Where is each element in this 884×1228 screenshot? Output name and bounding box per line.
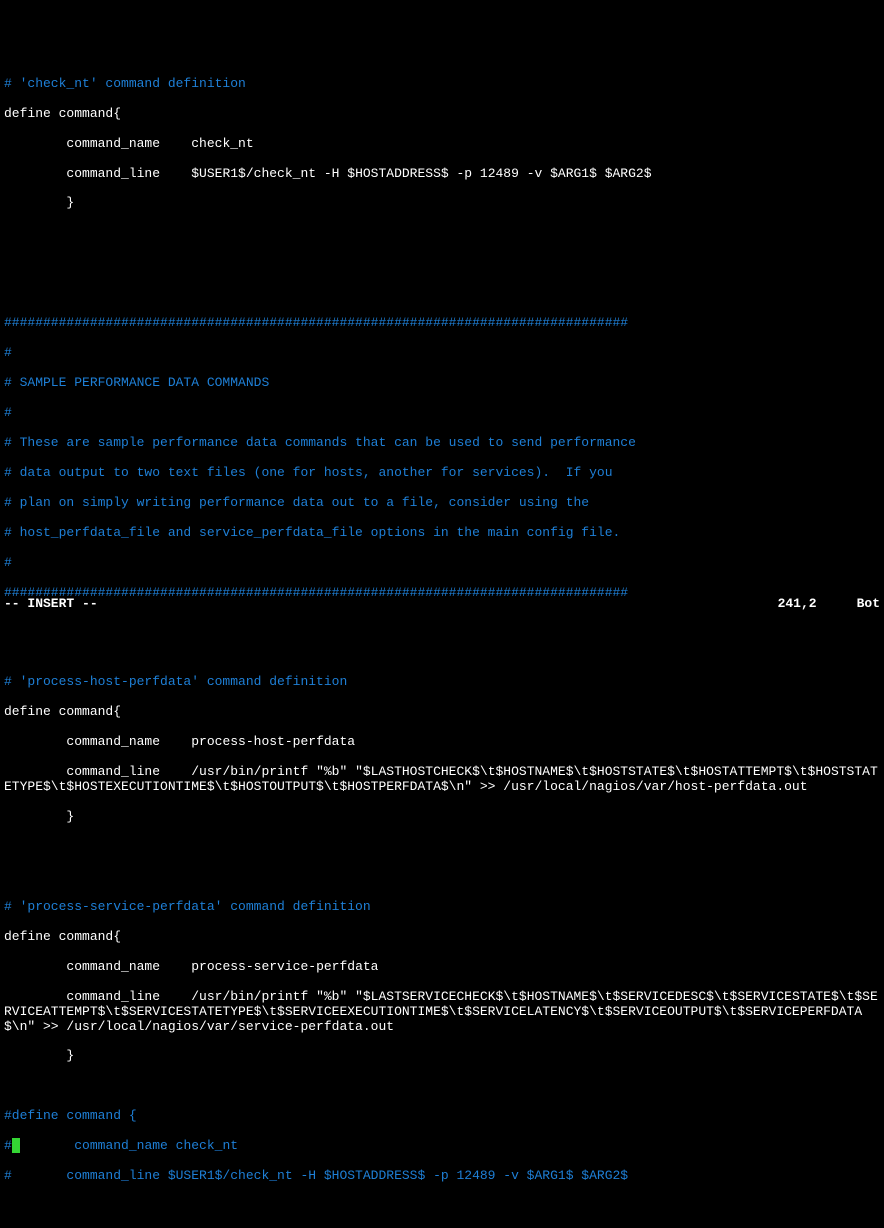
code-line: } <box>4 810 880 825</box>
code-line: # 'process-host-perfdata' command defini… <box>4 675 880 690</box>
code-line: command_line /usr/bin/printf "%b" "$LAST… <box>4 990 880 1035</box>
code-line: } <box>4 196 880 211</box>
code-line: command_name check_nt <box>4 137 880 152</box>
cursor <box>12 1138 20 1153</box>
scroll-position: Bot <box>857 597 880 612</box>
code-line: # plan on simply writing performance dat… <box>4 496 880 511</box>
code-line: # 'process-service-perfdata' command def… <box>4 900 880 915</box>
code-line <box>4 616 880 631</box>
code-line: # These are sample performance data comm… <box>4 436 880 451</box>
comment-char: # <box>4 1138 12 1153</box>
code-line: # 'check_nt' command definition <box>4 77 880 92</box>
code-line <box>4 256 880 271</box>
code-line: # host_perfdata_file and service_perfdat… <box>4 526 880 541</box>
code-line <box>4 1079 880 1094</box>
code-line: # command_name check_nt <box>4 1139 880 1154</box>
code-line: ########################################… <box>4 316 880 331</box>
code-line: command_line $USER1$/check_nt -H $HOSTAD… <box>4 167 880 182</box>
comment-text: command_name check_nt <box>20 1138 238 1153</box>
code-line: #define command { <box>4 1109 880 1124</box>
code-line: # SAMPLE PERFORMANCE DATA COMMANDS <box>4 376 880 391</box>
code-line: command_name process-host-perfdata <box>4 735 880 750</box>
code-line <box>4 286 880 301</box>
status-bar: -- INSERT -- 241,2 Bot <box>4 597 880 612</box>
code-line: # command_line $USER1$/check_nt -H $HOST… <box>4 1169 880 1184</box>
code-line <box>4 646 880 661</box>
code-line: # <box>4 556 880 571</box>
code-line <box>4 226 880 241</box>
code-line <box>4 840 880 855</box>
code-line: define command{ <box>4 705 880 720</box>
code-line: command_line /usr/bin/printf "%b" "$LAST… <box>4 765 880 795</box>
code-line: # data output to two text files (one for… <box>4 466 880 481</box>
code-line <box>4 870 880 885</box>
code-line: define command{ <box>4 930 880 945</box>
editor-content[interactable]: # 'check_nt' command definition define c… <box>4 62 880 1199</box>
cursor-position: 241,2 <box>778 597 817 612</box>
code-line: define command{ <box>4 107 880 122</box>
code-line: # <box>4 406 880 421</box>
vim-mode: -- INSERT -- <box>4 597 778 612</box>
code-line: # <box>4 346 880 361</box>
code-line: } <box>4 1049 880 1064</box>
code-line: command_name process-service-perfdata <box>4 960 880 975</box>
